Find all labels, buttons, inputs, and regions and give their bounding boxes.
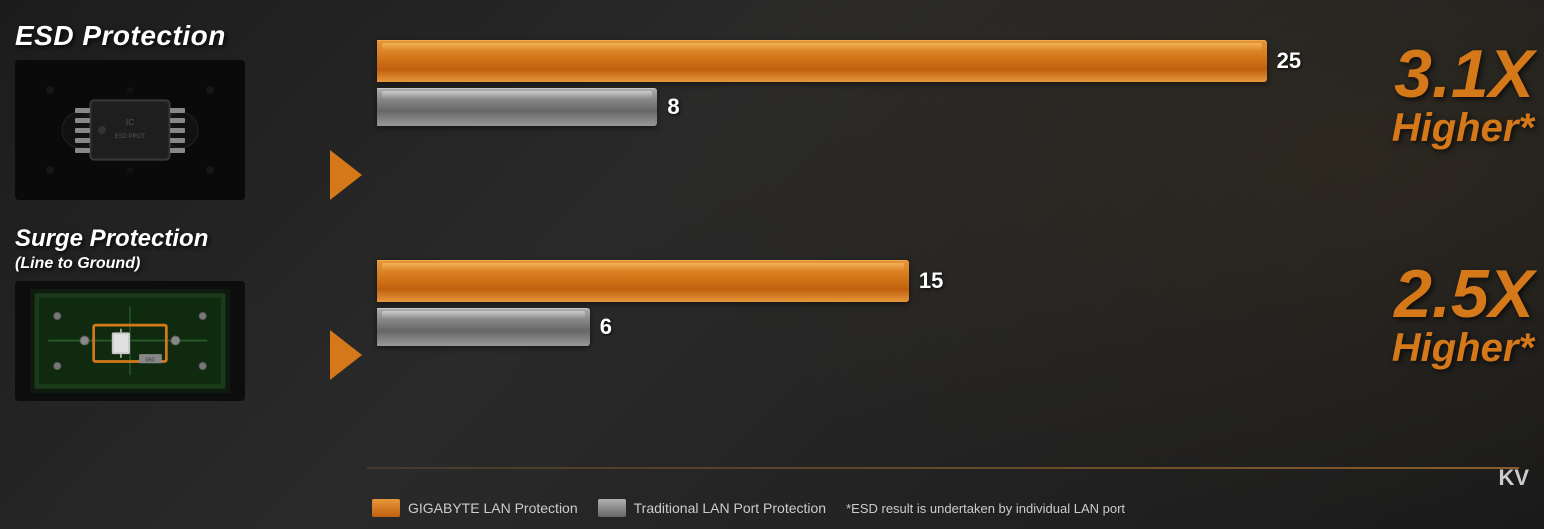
surge-silver-label: 6 [600,314,612,340]
esd-arrow [330,150,362,200]
legend-label-silver: Traditional LAN Port Protection [634,500,826,516]
svg-text:IC: IC [126,118,134,127]
surge-subtitle: (Line to Ground) [15,255,315,273]
axis-line [367,467,1519,469]
chip-svg: IC ESD PROT [30,70,230,190]
main-container: ESD Protection [0,0,1544,529]
legend-item-orange: GIGABYTE LAN Protection [372,499,578,517]
surge-silver-bar [377,308,590,346]
capacitor-image: 050 [15,281,245,401]
esd-bar-group: 25 8 [377,40,1344,132]
esd-orange-label: 25 [1277,48,1301,74]
esd-arrow-wrapper [330,150,362,200]
esd-section: ESD Protection [15,20,315,200]
svg-text:ESD PROT: ESD PROT [115,134,146,140]
chart-area: 25 8 15 6 3.1X Higher* [367,0,1544,529]
arrow-column [330,0,367,529]
kv-label: KV [1498,465,1529,491]
legend-item-silver: Traditional LAN Port Protection [598,499,826,517]
esd-title: ESD Protection [15,20,315,52]
legend-label-orange: GIGABYTE LAN Protection [408,500,578,516]
surge-multiplier: 2.5X Higher* [1392,260,1534,368]
legend-color-orange [372,499,400,517]
surge-orange-bar-row: 15 [377,260,1344,302]
legend-note: *ESD result is undertaken by individual … [846,501,1125,516]
chip-image: IC ESD PROT [15,60,245,200]
esd-multiplier-label: Higher* [1392,108,1534,148]
legend-color-silver [598,499,626,517]
esd-multiplier: 3.1X Higher* [1392,40,1534,148]
surge-title: Surge Protection [15,225,315,253]
surge-multiplier-label: Higher* [1392,328,1534,368]
esd-orange-bar [377,40,1267,82]
surge-orange-bar [377,260,909,302]
surge-arrow [330,330,362,380]
surge-silver-bar-row: 6 [377,308,1344,346]
left-panel: ESD Protection [0,0,330,529]
surge-bar-group: 15 6 [377,260,1344,352]
esd-orange-bar-row: 25 [377,40,1344,82]
surge-orange-label: 15 [919,268,943,294]
surge-section: Surge Protection (Line to Ground) [15,225,315,401]
esd-silver-label: 8 [667,94,679,120]
capacitor-svg: 050 [30,281,230,401]
surge-multiplier-value: 2.5X [1392,260,1534,328]
svg-text:050: 050 [145,357,154,363]
legend: GIGABYTE LAN Protection Traditional LAN … [372,499,1125,517]
esd-multiplier-value: 3.1X [1392,40,1534,108]
esd-silver-bar-row: 8 [377,88,1344,126]
surge-arrow-wrapper [330,330,362,380]
esd-silver-bar [377,88,657,126]
